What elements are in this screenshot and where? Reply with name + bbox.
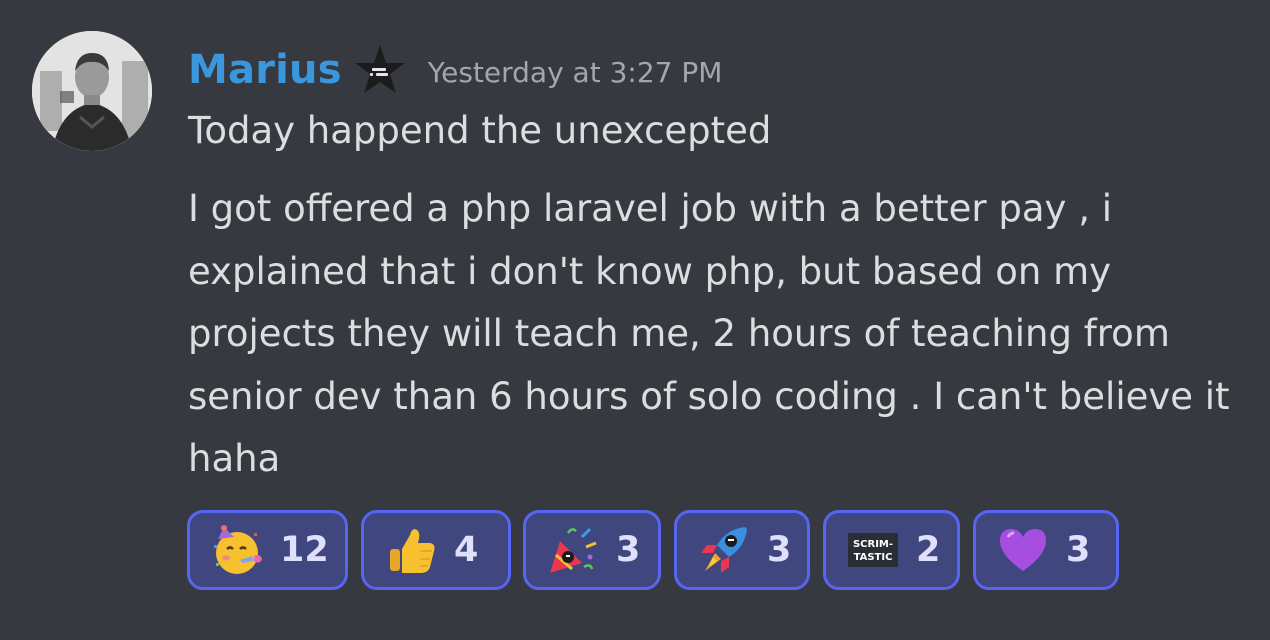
thumbs-up-icon bbox=[384, 523, 438, 577]
svg-text:TASTIC: TASTIC bbox=[854, 552, 893, 563]
svg-text:SCRIM-: SCRIM- bbox=[853, 539, 893, 550]
chat-message: Marius Yesterday at 3:27 PM Today happen… bbox=[0, 0, 1270, 640]
author-name[interactable]: Marius bbox=[188, 47, 342, 93]
party-popper-icon bbox=[546, 523, 600, 577]
reaction-rocket[interactable]: 3 bbox=[674, 510, 810, 590]
scrimtastic-icon: SCRIM- TASTIC bbox=[846, 523, 900, 577]
partying-face-icon bbox=[210, 523, 264, 577]
message-line-2: I got offered a php laravel job with a b… bbox=[188, 187, 1230, 480]
reaction-count: 3 bbox=[767, 530, 792, 570]
reaction-count: 4 bbox=[454, 530, 479, 570]
message-header: Marius Yesterday at 3:27 PM bbox=[188, 40, 722, 100]
message-timestamp[interactable]: Yesterday at 3:27 PM bbox=[428, 56, 723, 89]
message-line-1: Today happend the unexcepted bbox=[188, 109, 772, 152]
avatar-photo-icon bbox=[32, 31, 152, 151]
star-role-icon[interactable] bbox=[352, 42, 408, 98]
reaction-thumbs-up[interactable]: 4 bbox=[361, 510, 511, 590]
reaction-count: 3 bbox=[1066, 530, 1091, 570]
reaction-count: 12 bbox=[280, 530, 329, 570]
reaction-count: 3 bbox=[616, 530, 641, 570]
reaction-count: 2 bbox=[916, 530, 941, 570]
reaction-purple-heart[interactable]: 3 bbox=[973, 510, 1119, 590]
reaction-scrimtastic[interactable]: SCRIM- TASTIC 2 bbox=[823, 510, 960, 590]
rocket-icon bbox=[697, 523, 751, 577]
purple-heart-icon bbox=[996, 523, 1050, 577]
user-avatar[interactable] bbox=[32, 31, 152, 151]
reaction-party-popper[interactable]: 3 bbox=[523, 510, 661, 590]
reaction-partying-face[interactable]: 12 bbox=[187, 510, 348, 590]
